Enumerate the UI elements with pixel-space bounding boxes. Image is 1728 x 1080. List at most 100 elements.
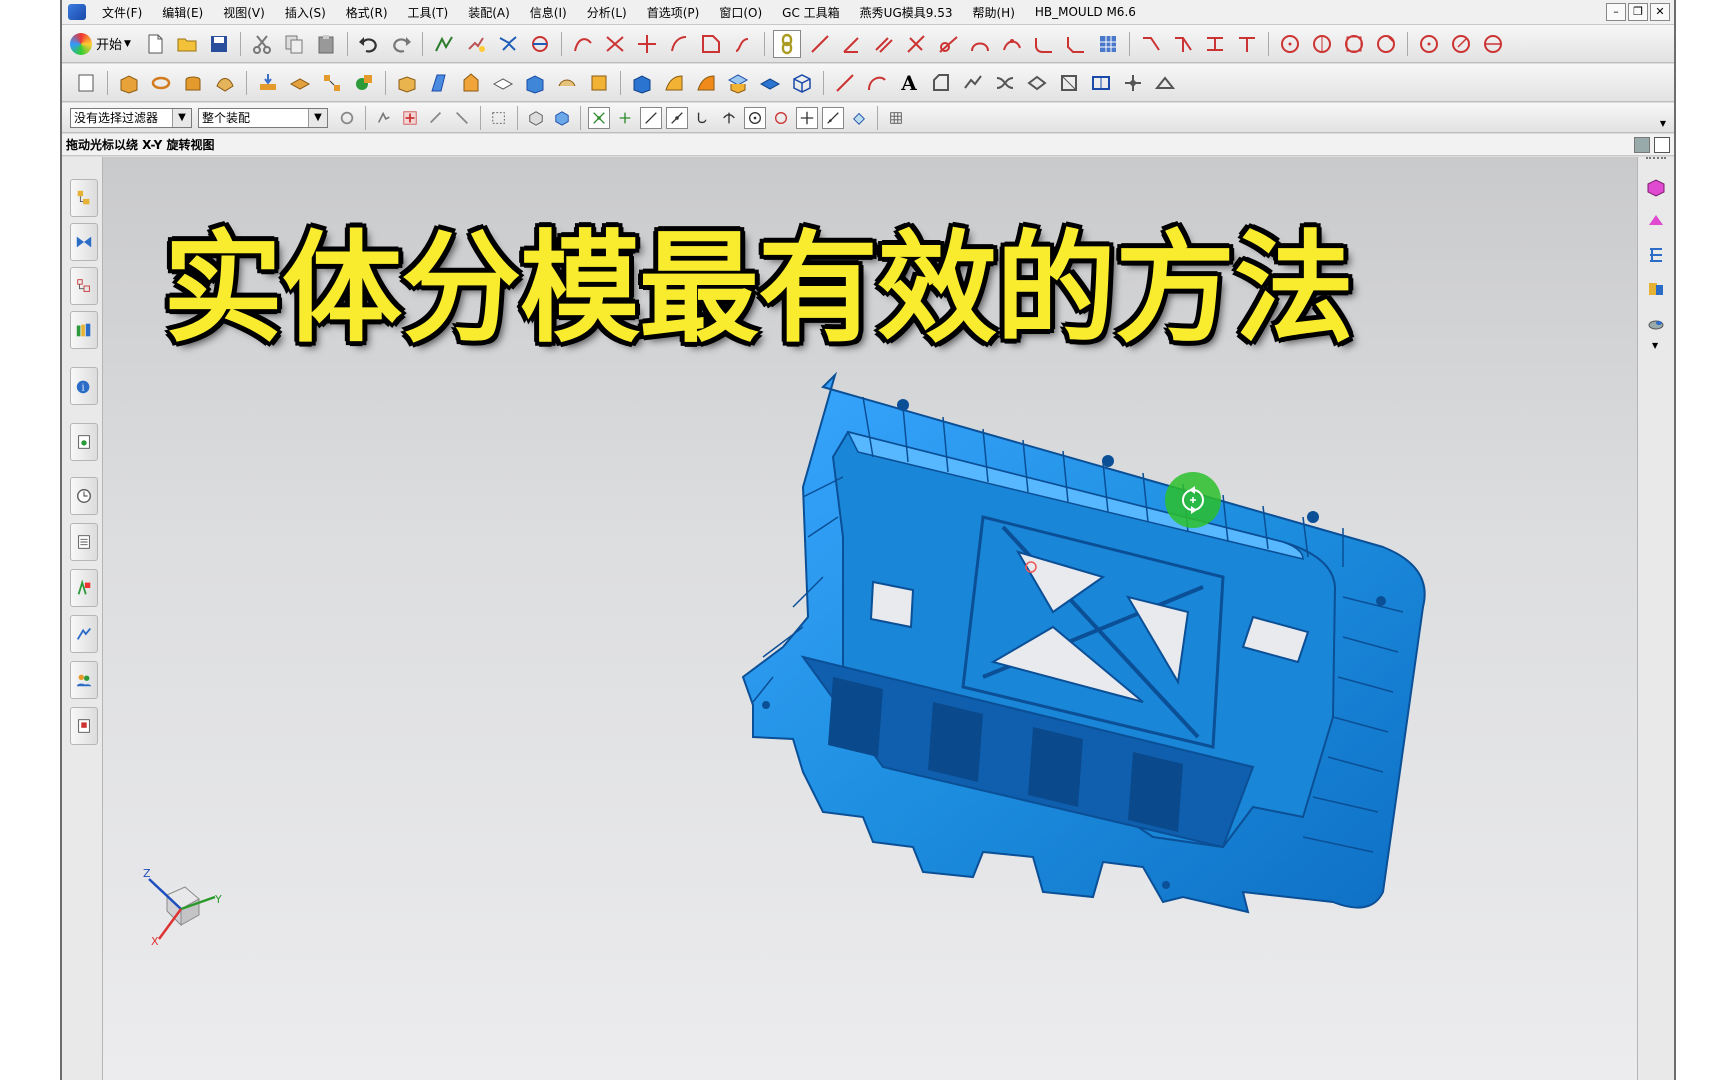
surface-grid-icon[interactable] [1095,31,1121,57]
menu-analysis[interactable]: 分析(L) [577,4,637,21]
rectangle-select-icon[interactable] [488,107,510,129]
replace-face-icon[interactable] [629,70,655,96]
menu-window[interactable]: 窗口(O) [709,4,772,21]
text-icon[interactable]: A [896,70,922,96]
new-file-icon[interactable] [142,31,168,57]
basic-arc-icon[interactable] [864,70,890,96]
undo-icon[interactable] [356,31,382,57]
curve-trim-corner-icon[interactable] [1170,31,1196,57]
menu-assemblies[interactable]: 装配(A) [458,4,520,21]
analyze-point-icon[interactable] [1120,70,1146,96]
menu-preferences[interactable]: 首选项(P) [637,4,710,21]
cue-maximize-icon[interactable] [1654,137,1670,153]
tangent-line-icon[interactable] [935,31,961,57]
boss-icon[interactable] [586,70,612,96]
snap-view-icon[interactable] [463,31,489,57]
select-chain-icon[interactable] [425,107,447,129]
select-tangent-icon[interactable] [451,107,473,129]
shell-icon[interactable] [522,70,548,96]
part-navigator-icon[interactable] [70,267,98,305]
sew-icon[interactable] [757,70,783,96]
snap-center-icon[interactable] [744,106,766,129]
sketch-icon[interactable] [431,31,457,57]
offset-curve-icon[interactable] [666,31,692,57]
basic-line-icon[interactable] [832,70,858,96]
start-button[interactable]: 开始 ▼ [70,32,131,55]
mold-wizard-icon[interactable] [1644,175,1668,199]
divide-curve-icon[interactable] [634,31,660,57]
snap-control-icon[interactable] [692,107,714,129]
revolve-icon[interactable] [148,70,174,96]
trim-curve-icon[interactable] [602,31,628,57]
restore-icon[interactable]: ❐ [1628,3,1648,21]
chevron-down-icon[interactable]: ▼ [1652,341,1658,350]
open-folder-icon[interactable] [174,31,200,57]
standard-parts-icon[interactable] [1644,277,1668,301]
parting-tools-icon[interactable] [1644,209,1668,233]
cut-icon[interactable] [249,31,275,57]
menu-view[interactable]: 视图(V) [213,4,275,21]
minimize-icon[interactable]: – [1606,3,1626,21]
type-filter-select[interactable]: 没有选择过滤器 ▼ [70,107,192,128]
chamfer-curve-icon[interactable] [1063,31,1089,57]
menu-help[interactable]: 帮助(H) [962,4,1024,21]
patch-icon[interactable] [725,70,751,96]
select-feature-icon[interactable] [373,107,395,129]
new-sheet-icon[interactable] [73,70,99,96]
system-scenes-icon[interactable] [70,707,98,745]
wave-icon[interactable] [527,31,553,57]
menu-yanxiu-mold[interactable]: 燕秀UG模具9.53 [850,4,963,21]
offset-curve-2-icon[interactable] [928,70,954,96]
circle-2pt-icon[interactable] [1309,31,1335,57]
toolbar-overflow-icon[interactable]: ▼ [1660,119,1666,128]
constraint-navigator-icon[interactable] [70,223,98,261]
fillet-curve-icon[interactable] [1031,31,1057,57]
circle-icon[interactable] [1277,31,1303,57]
wireframe-cube-icon[interactable] [789,70,815,96]
blend-icon[interactable] [180,70,206,96]
manufacturing-wizard-icon[interactable] [70,615,98,653]
select-body-icon[interactable] [525,107,547,129]
circle-3pt-icon[interactable] [1341,31,1367,57]
circle-tangent-icon[interactable] [1373,31,1399,57]
menu-information[interactable]: 信息(I) [520,4,577,21]
snap-on-surface-icon[interactable] [848,107,870,129]
history-icon[interactable] [70,423,98,461]
curve-length-icon[interactable] [1234,31,1260,57]
point-circle-3-icon[interactable] [1480,31,1506,57]
point-circle-icon[interactable] [1416,31,1442,57]
cue-panel-icon[interactable] [1634,137,1650,153]
curve-tools-icon[interactable] [570,31,596,57]
paste-icon[interactable] [313,31,339,57]
snap-grid-icon[interactable] [885,107,907,129]
perpendicular-line-icon[interactable] [903,31,929,57]
save-icon[interactable] [206,31,232,57]
nx-app-icon[interactable] [68,4,86,20]
isoparametric-icon[interactable] [1088,70,1114,96]
split-body-icon[interactable] [693,70,719,96]
menu-edit[interactable]: 编辑(E) [152,4,213,21]
arc-3pt-icon[interactable] [999,31,1025,57]
snap-midpoint-icon[interactable] [614,107,636,129]
parallel-line-icon[interactable] [871,31,897,57]
copy-icon[interactable] [281,31,307,57]
grip-handle-icon[interactable] [1646,157,1666,163]
arc-icon[interactable] [967,31,993,57]
offset-face-icon[interactable] [255,70,281,96]
menu-file[interactable]: 文件(F) [92,4,152,21]
snap-quadrant-icon[interactable] [770,107,792,129]
curve-extend-icon[interactable] [1138,31,1164,57]
general-selection-icon[interactable] [336,107,358,129]
menu-format[interactable]: 格式(R) [336,4,398,21]
snap-endpoint-icon[interactable] [588,106,610,129]
hole-icon[interactable] [554,70,580,96]
system-materials-icon[interactable] [70,523,98,561]
sweep-icon[interactable] [212,70,238,96]
roles-icon[interactable] [70,661,98,699]
project-curve-icon[interactable] [960,70,986,96]
point-circle-2-icon[interactable] [1448,31,1474,57]
clock-icon[interactable] [70,477,98,515]
curve-split-icon[interactable] [1202,31,1228,57]
process-studio-icon[interactable] [70,569,98,607]
intersect-curve-icon[interactable] [992,70,1018,96]
